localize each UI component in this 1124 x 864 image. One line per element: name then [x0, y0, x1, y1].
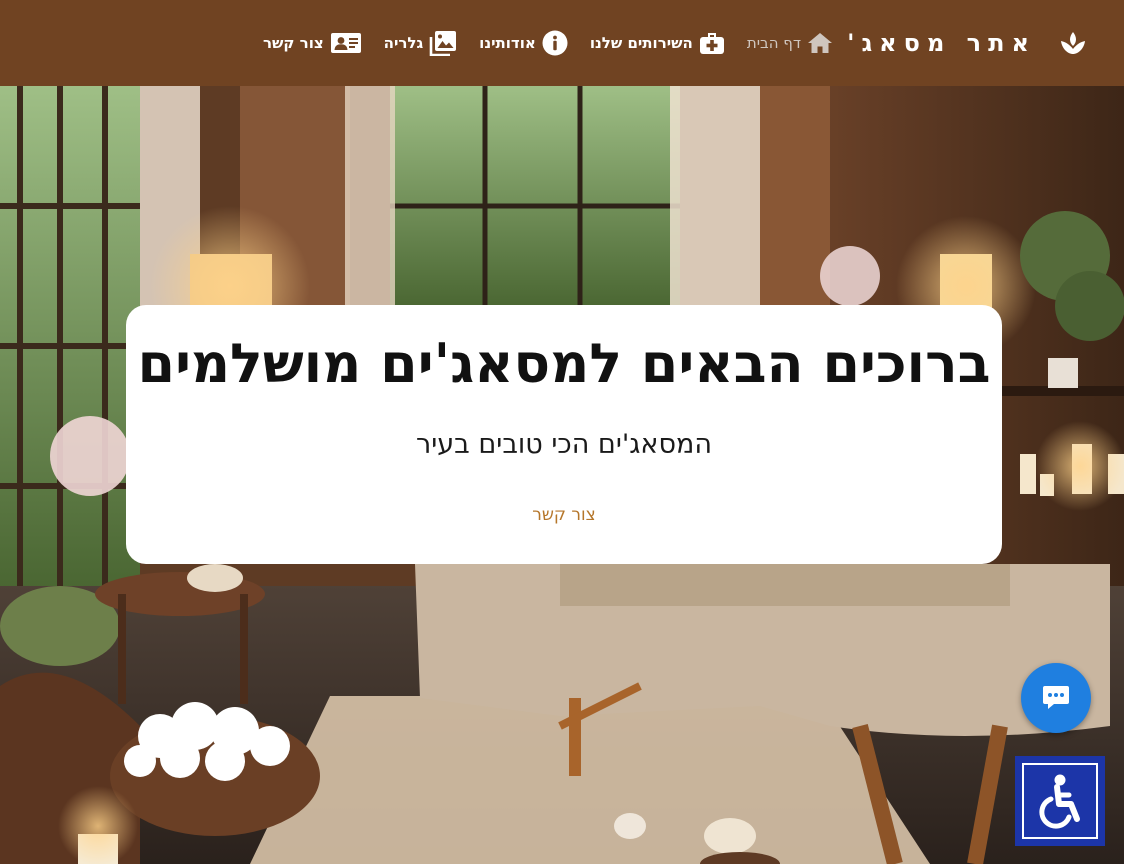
chat-button[interactable]	[1021, 663, 1091, 733]
contact-link-wrapper: צור קשר	[126, 505, 1002, 525]
nav-item-label: גלריה	[383, 34, 424, 52]
nav-item-label: השירותים שלנו	[589, 34, 693, 52]
contact-link[interactable]: צור קשר	[532, 505, 595, 525]
welcome-title: ברוכים הבאים למסאג'ים מושלמים	[137, 332, 991, 395]
contact-card-icon	[330, 33, 361, 53]
lotus-icon[interactable]	[1058, 28, 1088, 58]
welcome-card: ברוכים הבאים למסאג'ים מושלמים המסאג'ים ה…	[126, 305, 1002, 564]
accessibility-frame	[1022, 763, 1098, 839]
nav-item-label: אודותינו	[479, 34, 536, 52]
nav-item-home[interactable]: דף הבית	[747, 32, 833, 54]
top-navbar: אתר מסאג' דף הבית השירותים שלנו אודותינו	[0, 0, 1124, 86]
chat-bubble-icon	[1043, 686, 1069, 709]
info-icon	[542, 30, 568, 56]
site-title[interactable]: אתר מסאג'	[847, 29, 1036, 57]
nav-item-about[interactable]: אודותינו	[479, 30, 568, 56]
gallery-icon	[429, 31, 457, 56]
nav-item-gallery[interactable]: גלריה	[384, 30, 458, 56]
medical-kit-icon	[699, 33, 724, 54]
wheelchair-icon	[1039, 774, 1080, 829]
nav-item-services[interactable]: השירותים שלנו	[590, 31, 725, 55]
accessibility-button[interactable]	[1015, 756, 1105, 846]
nav-item-label: צור קשר	[262, 34, 324, 52]
home-icon	[808, 33, 833, 53]
welcome-subtitle: המסאג'ים הכי טובים בעיר	[416, 429, 712, 460]
nav-item-contact[interactable]: צור קשר	[263, 31, 362, 55]
nav-item-label: דף הבית	[746, 34, 802, 52]
